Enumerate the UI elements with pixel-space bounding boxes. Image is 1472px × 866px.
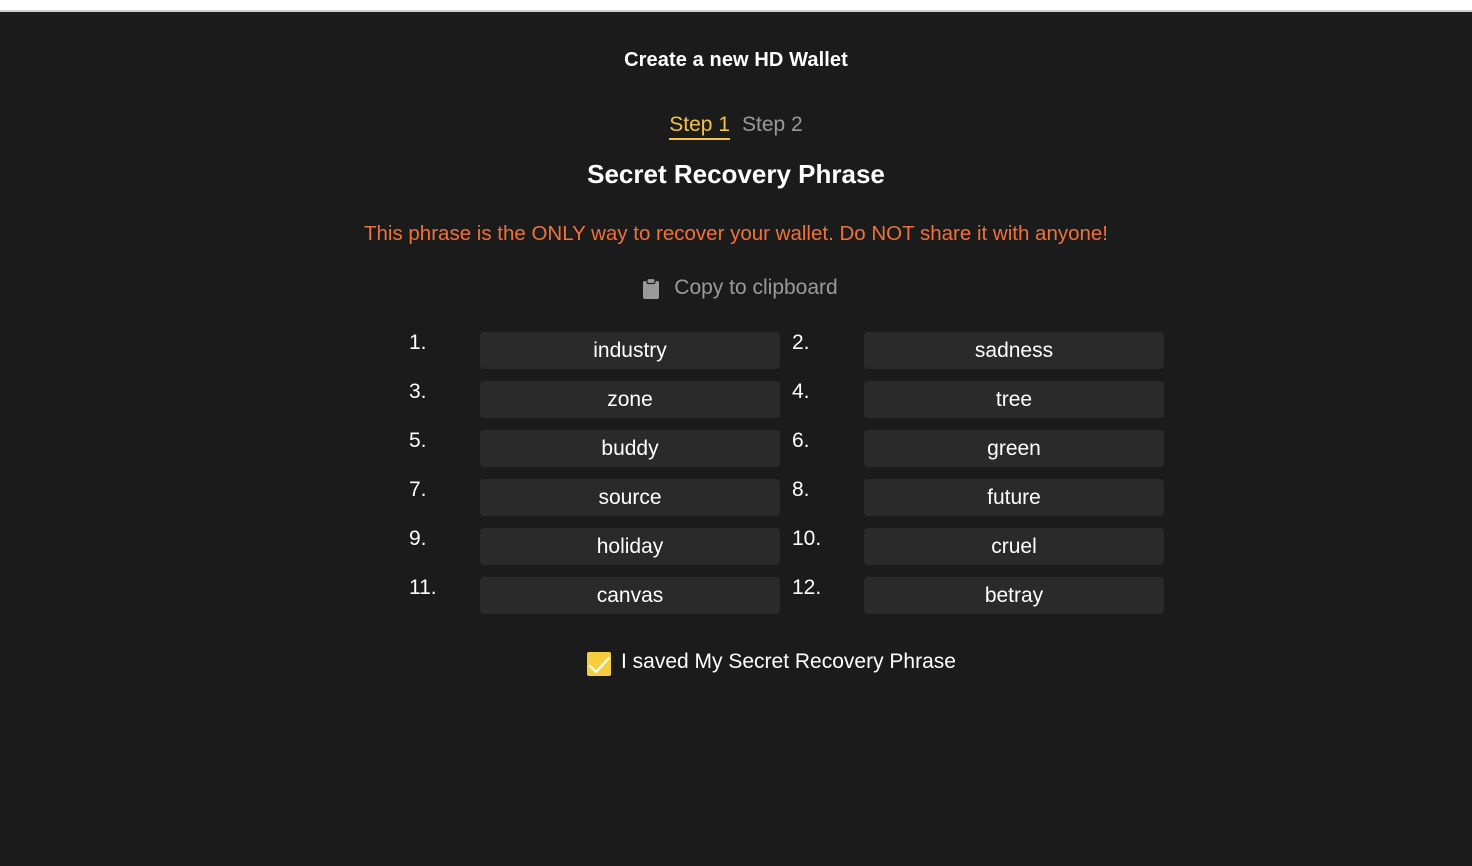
word-box: green [864,430,1164,467]
saved-phrase-label: I saved My Secret Recovery Phrase [621,650,956,673]
word-box: buddy [480,430,780,467]
word-number: 12. [792,576,822,599]
word-number: 8. [792,478,810,501]
word-number: 1. [409,331,427,354]
top-divider [0,10,1472,12]
tab-step-1[interactable]: Step 1 [669,112,730,140]
saved-phrase-checkbox-row[interactable]: I saved My Secret Recovery Phrase [587,648,956,676]
word-row: 5. buddy 6. green [409,429,1169,467]
word-box: holiday [480,528,780,565]
word-box: tree [864,381,1164,418]
page-title: Create a new HD Wallet [624,49,848,71]
word-box: sadness [864,332,1164,369]
word-box: source [480,479,780,516]
copy-label: Copy to clipboard [674,276,838,299]
section-heading: Secret Recovery Phrase [587,159,885,189]
word-number: 2. [792,331,810,354]
tab-step-2[interactable]: Step 2 [742,112,803,140]
word-number: 9. [409,527,427,550]
word-row: 11. canvas 12. betray [409,576,1169,614]
word-box: cruel [864,528,1164,565]
word-row: 9. holiday 10. cruel [409,527,1169,565]
word-row: 7. source 8. future [409,478,1169,516]
word-number: 5. [409,429,427,452]
word-box: betray [864,577,1164,614]
word-row: 3. zone 4. tree [409,380,1169,418]
warning-text: This phrase is the ONLY way to recover y… [363,222,1109,245]
stepper: Step 1 Step 2 [0,112,1472,140]
clipboard-icon [642,277,660,299]
word-number: 6. [792,429,810,452]
word-row: 1. industry 2. sadness [409,331,1169,369]
saved-phrase-checkbox[interactable] [587,652,611,676]
word-box: industry [480,332,780,369]
word-number: 7. [409,478,427,501]
copy-to-clipboard-button[interactable]: Copy to clipboard [0,276,1472,300]
word-box: future [864,479,1164,516]
checkmark-icon [588,656,611,674]
word-number: 4. [792,380,810,403]
word-number: 11. [409,576,437,599]
word-box: canvas [480,577,780,614]
word-number: 10. [792,527,822,550]
word-box: zone [480,381,780,418]
word-number: 3. [409,380,427,403]
